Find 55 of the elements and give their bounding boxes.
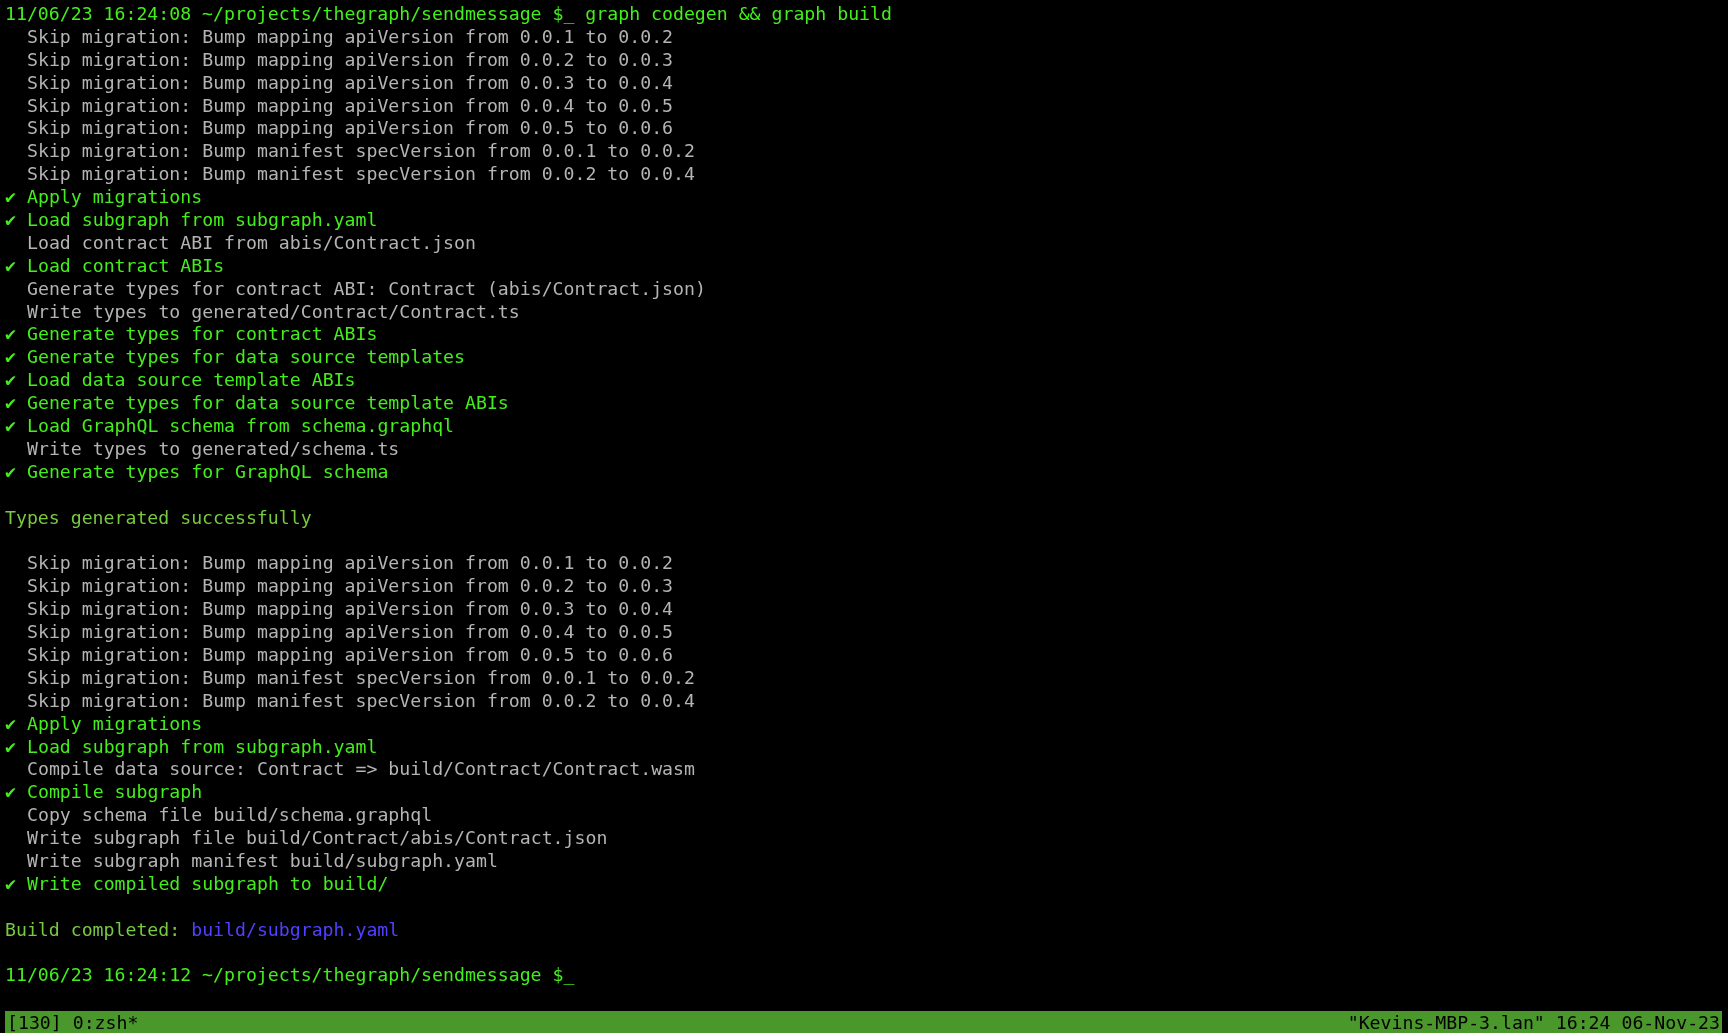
success-line: Generate types for data source template ABIs	[27, 392, 509, 416]
log-line: Write types to generated/schema.ts	[26, 437, 401, 461]
log-line: Skip migration: Bump mapping apiVersion from 0.0.1 to 0.0.2	[26, 25, 675, 49]
log-line: Skip migration: Bump manifest specVersion from 0.0.2 to 0.0.4	[26, 689, 696, 713]
build-path-link[interactable]: build/subgraph.yaml	[191, 918, 400, 942]
log-line: Write subgraph file build/Contract/abis/Contract.json	[26, 827, 609, 850]
success-line: Apply migrations	[27, 712, 203, 736]
check-mark: ✔	[5, 346, 17, 370]
log-line: Skip migration: Bump mapping apiVersion from 0.0.1 to 0.0.2	[26, 552, 675, 576]
check-mark: ✔	[5, 712, 17, 736]
success-line: Write compiled subgraph to build/	[27, 872, 389, 896]
log-line: Write subgraph manifest build/subgraph.yaml	[26, 849, 499, 873]
host-clock: "Kevins-MBP-3.lan" 16:24 06-Nov-23	[1347, 1011, 1720, 1033]
check-mark: ✔	[5, 872, 17, 896]
shell-prompt-line: 11/06/23 16:24:12 ~/projects/thegraph/sendmessage $_	[5, 964, 576, 988]
log-line: Skip migration: Bump mapping apiVersion from 0.0.4 to 0.0.5	[26, 94, 675, 118]
success-line: Apply migrations	[27, 186, 203, 209]
check-mark: ✔	[5, 392, 17, 416]
success-line: Load data source template ABIs	[27, 369, 356, 393]
check-mark: ✔	[5, 369, 17, 393]
check-mark: ✔	[5, 254, 17, 278]
check-mark: ✔	[5, 415, 17, 438]
build-message: Build completed:	[5, 918, 181, 942]
log-line: Skip migration: Bump mapping apiVersion from 0.0.5 to 0.0.6	[26, 117, 675, 141]
result-line: Types generated successfully	[5, 506, 313, 530]
success-line: Load contract ABIs	[27, 254, 225, 278]
log-line: Write types to generated/Contract/Contract.ts	[26, 300, 521, 324]
success-line: Load subgraph from subgraph.yaml	[27, 735, 378, 759]
log-line: Copy schema file build/schema.graphql	[26, 804, 434, 828]
success-line: Compile subgraph	[27, 781, 203, 805]
log-line: Load contract ABI from abis/Contract.json	[26, 231, 477, 255]
log-line: Skip migration: Bump manifest specVersion from 0.0.2 to 0.0.4	[26, 163, 696, 187]
log-line: Skip migration: Bump manifest specVersion from 0.0.1 to 0.0.2	[26, 666, 696, 690]
success-line: Generate types for data source templates	[27, 346, 465, 370]
check-mark: ✔	[5, 209, 17, 232]
log-line: Compile data source: Contract => build/Contract/Contract.wasm	[26, 758, 696, 782]
check-mark: ✔	[5, 186, 17, 209]
window-list[interactable]: [130] 0:zsh*	[7, 1011, 139, 1033]
success-line: Load subgraph from subgraph.yaml	[27, 209, 378, 232]
shell-prompt-line: 11/06/23 16:24:08 ~/projects/thegraph/sendmessage $_ graph codegen && graph build	[5, 3, 893, 26]
success-line: Generate types for contract ABIs	[27, 323, 378, 347]
log-line: Skip migration: Bump mapping apiVersion from 0.0.3 to 0.0.4	[26, 598, 675, 622]
check-mark: ✔	[5, 460, 17, 484]
success-line: Load GraphQL schema from schema.graphql	[27, 415, 455, 438]
log-line: Skip migration: Bump mapping apiVersion from 0.0.4 to 0.0.5	[26, 621, 675, 644]
check-mark: ✔	[5, 323, 17, 347]
log-line: Skip migration: Bump mapping apiVersion from 0.0.2 to 0.0.3	[26, 48, 675, 72]
log-line: Skip migration: Bump mapping apiVersion from 0.0.3 to 0.0.4	[26, 71, 675, 95]
log-line: Skip migration: Bump mapping apiVersion from 0.0.2 to 0.0.3	[26, 575, 675, 599]
success-line: Generate types for GraphQL schema	[27, 460, 389, 484]
log-line: Skip migration: Bump mapping apiVersion from 0.0.5 to 0.0.6	[26, 643, 675, 667]
log-line: Generate types for contract ABI: Contract (abis/Contract.json)	[26, 277, 707, 301]
check-mark: ✔	[5, 735, 17, 759]
log-line: Skip migration: Bump manifest specVersion from 0.0.1 to 0.0.2	[26, 140, 696, 164]
check-mark: ✔	[5, 781, 17, 805]
